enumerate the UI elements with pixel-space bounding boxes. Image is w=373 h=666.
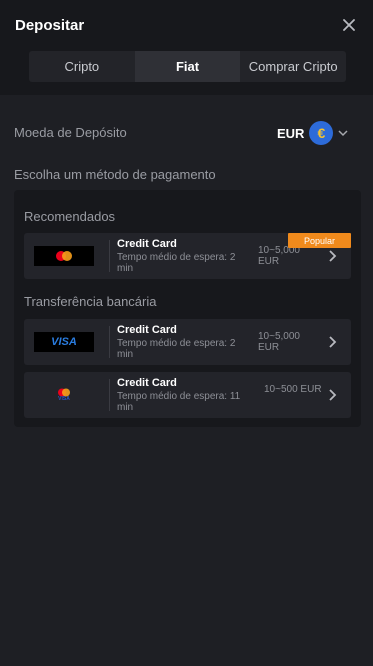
visa-logo-icon: VISA (34, 332, 94, 352)
method-limit: 10~5,000 EUR (258, 331, 300, 353)
method-wait-time: Tempo médio de espera: 11 min (117, 391, 241, 413)
method-name: Credit Card (117, 238, 177, 250)
card-divider (109, 379, 110, 411)
chevron-right-icon (329, 389, 337, 401)
payment-methods-panel: Recomendados Credit Card Tempo médio de … (14, 190, 361, 427)
section-bank-transfer-title: Transferência bancária (24, 294, 157, 309)
payment-method-card-visa[interactable]: VISA Credit Card Tempo médio de espera: … (24, 319, 351, 365)
method-limit: 10~500 EUR (264, 384, 322, 395)
modal-header: Depositar Cripto Fiat Comprar Cripto (0, 0, 373, 95)
chevron-right-icon (329, 336, 337, 348)
card-divider (109, 240, 110, 272)
card-divider (109, 326, 110, 358)
modal-title: Depositar (15, 17, 85, 34)
section-recommended-title: Recomendados (24, 209, 116, 224)
method-name: Credit Card (117, 377, 177, 389)
tab-cripto[interactable]: Cripto (29, 51, 135, 82)
euro-coin-icon: € (309, 121, 334, 145)
close-button[interactable] (338, 14, 360, 36)
payment-method-label: Escolha um método de pagamento (14, 167, 216, 182)
chevron-right-icon (329, 250, 337, 262)
method-limit: 10~5,000 EUR (258, 245, 300, 267)
payment-method-card-recommended[interactable]: Credit Card Tempo médio de espera: 2 min… (24, 233, 351, 279)
deposit-currency-label: Moeda de Depósito (14, 125, 127, 140)
deposit-tabs: Cripto Fiat Comprar Cripto (29, 51, 346, 82)
tab-fiat[interactable]: Fiat (134, 51, 241, 82)
mastercard-logo-icon (34, 246, 94, 266)
payment-method-card-mastercard-visa[interactable]: VISA Credit Card Tempo médio de espera: … (24, 372, 351, 418)
method-name: Credit Card (117, 324, 177, 336)
currency-code: EUR (277, 125, 305, 141)
tab-comprar-cripto[interactable]: Comprar Cripto (240, 51, 346, 82)
method-wait-time: Tempo médio de espera: 2 min (117, 252, 236, 274)
close-icon (343, 19, 355, 31)
mastercard-visa-logo-icon: VISA (34, 385, 94, 405)
popular-badge: Popular (288, 233, 351, 248)
currency-selector[interactable]: EUR € (277, 120, 348, 146)
chevron-down-icon (338, 130, 348, 137)
method-wait-time: Tempo médio de espera: 2 min (117, 338, 236, 360)
